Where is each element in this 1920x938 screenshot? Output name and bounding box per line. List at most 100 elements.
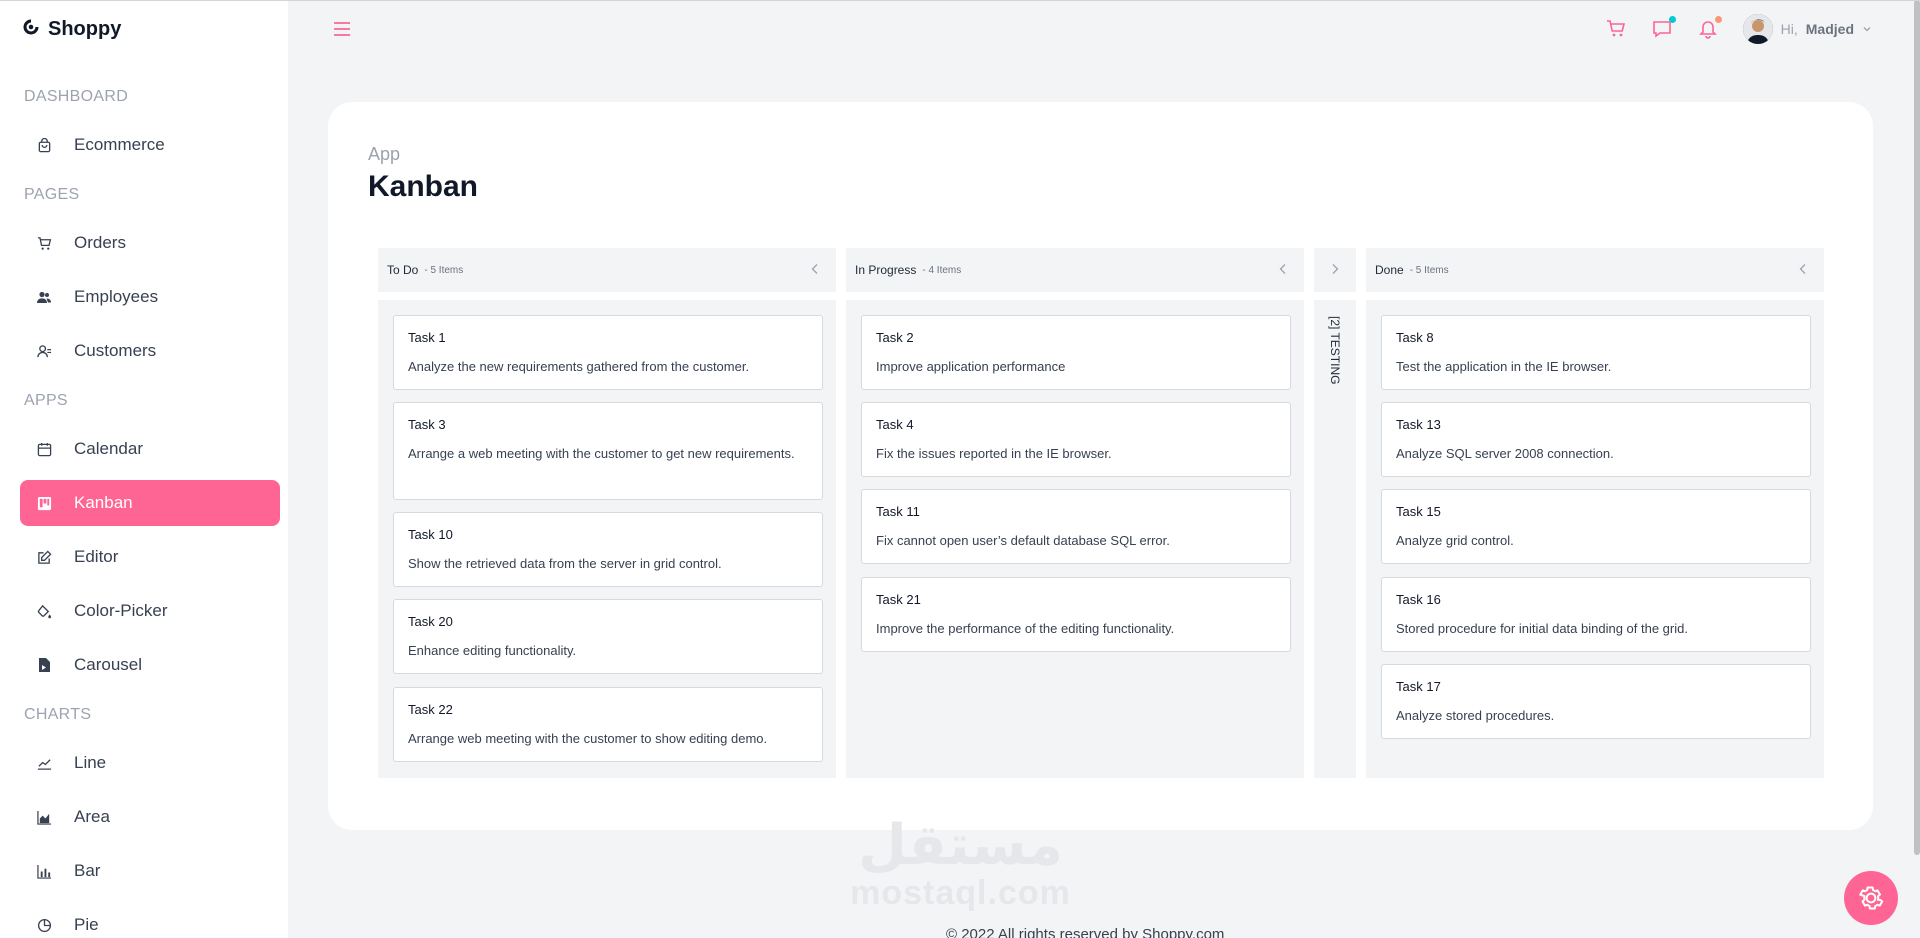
bell-icon[interactable] [1697, 16, 1722, 40]
sidebar-item-label: Bar [74, 861, 101, 880]
cart-icon[interactable] [1605, 18, 1627, 40]
sidebar-item-pie[interactable]: Pie [20, 902, 280, 938]
user-name: Madjed [1805, 21, 1854, 37]
sidebar-item-label: Carousel [74, 655, 143, 674]
sidebar-item-customers[interactable]: Customers [20, 328, 280, 374]
cart-icon [36, 235, 52, 251]
sidebar-item-editor[interactable]: Editor [20, 534, 280, 580]
sidebar-item-label: Calendar [74, 439, 143, 458]
settings-button[interactable] [1844, 871, 1898, 925]
kanban-card-task[interactable]: Task 22 Arrange web meeting with the cus… [393, 687, 823, 762]
task-title: Task 8 [1396, 330, 1434, 345]
breadcrumb: App [368, 144, 401, 164]
watermark-arabic: مستقل [858, 813, 1063, 878]
brand-logo[interactable]: Shoppy [22, 18, 121, 41]
task-title: Task 1 [408, 330, 446, 345]
menu-toggle-icon[interactable] [333, 20, 351, 38]
shopify-logo-icon [22, 18, 40, 41]
kanban-card-task[interactable]: Task 3 Arrange a web meeting with the cu… [393, 402, 823, 500]
sidebar-item-label: Editor [74, 547, 119, 566]
task-description: Improve the performance of the editing f… [876, 621, 1175, 636]
task-title: Task 10 [408, 527, 453, 542]
column-count: - 5 Items [1409, 264, 1449, 276]
sidebar-item-kanban[interactable]: Kanban [20, 480, 280, 526]
task-title: Task 15 [1396, 504, 1441, 519]
calendar-icon [36, 441, 52, 457]
task-description: Analyze SQL server 2008 connection. [1396, 446, 1614, 461]
kanban-card-task[interactable]: Task 1 Analyze the new requirements gath… [393, 315, 823, 390]
task-title: Task 4 [876, 417, 914, 432]
sidebar-item-label: Pie [74, 915, 99, 934]
sidebar-item-bar[interactable]: Bar [20, 848, 280, 894]
section-charts: CHARTS [24, 706, 92, 723]
task-description: Arrange a web meeting with the customer … [408, 446, 795, 461]
column-count: - 4 Items [922, 264, 962, 276]
sidebar-item-line[interactable]: Line [20, 740, 280, 786]
kanban-card-task[interactable]: Task 10 Show the retrieved data from the… [393, 512, 823, 587]
page-title: Kanban [368, 170, 479, 203]
kanban-card-task[interactable]: Task 20 Enhance editing functionality. [393, 599, 823, 674]
section-pages: PAGES [24, 186, 80, 203]
sidebar-item-color-picker[interactable]: Color-Picker [20, 588, 280, 634]
kanban-icon [36, 495, 52, 511]
chevron-left-icon[interactable] [808, 262, 822, 276]
column-header-in-progress[interactable]: In Progress - 4 Items [846, 248, 1304, 292]
sidebar-item-label: Ecommerce [74, 135, 165, 154]
task-title: Task 13 [1396, 417, 1441, 432]
sidebar-item-orders[interactable]: Orders [20, 220, 280, 266]
sidebar-item-employees[interactable]: Employees [20, 274, 280, 320]
kanban-card-task[interactable]: Task 8 Test the application in the IE br… [1381, 315, 1811, 390]
task-description: Improve application performance [876, 359, 1066, 374]
column-done: Task 8 Test the application in the IE br… [1366, 300, 1824, 778]
brand-name: Shoppy [48, 18, 122, 40]
column-header-done[interactable]: Done - 5 Items [1366, 248, 1824, 292]
sidebar-item-area[interactable]: Area [20, 794, 280, 840]
chevron-left-icon[interactable] [1796, 262, 1810, 276]
column-in-progress: Task 2 Improve application performance T… [846, 300, 1304, 778]
kanban-card-task[interactable]: Task 21 Improve the performance of the e… [861, 577, 1291, 652]
sidebar-item-ecommerce[interactable]: Ecommerce [20, 122, 280, 168]
task-title: Task 20 [408, 614, 453, 629]
task-title: Task 21 [876, 592, 921, 607]
chat-icon[interactable] [1651, 16, 1676, 40]
sidebar-item-carousel[interactable]: Carousel [20, 642, 280, 688]
kanban-card-task[interactable]: Task 2 Improve application performance [861, 315, 1291, 390]
kanban-card-task[interactable]: Task 11 Fix cannot open user’s default d… [861, 489, 1291, 564]
task-title: Task 16 [1396, 592, 1441, 607]
column-title: [2] TESTING [1328, 316, 1342, 385]
column-count: - 5 Items [424, 264, 464, 276]
task-description: Show the retrieved data from the server … [408, 556, 722, 571]
chevron-right-icon[interactable] [1328, 262, 1342, 276]
task-description: Enhance editing functionality. [408, 643, 577, 658]
gear-icon [1859, 886, 1884, 910]
paint-bucket-icon [36, 603, 52, 619]
pie-chart-icon [36, 917, 52, 933]
kanban-card-task[interactable]: Task 13 Analyze SQL server 2008 connecti… [1381, 402, 1811, 477]
bar-chart-icon [36, 863, 52, 879]
shopping-bag-icon [36, 137, 52, 153]
sidebar-item-label: Customers [74, 341, 157, 360]
column-testing-collapsed[interactable]: [2] TESTING [1314, 300, 1356, 778]
column-header-testing[interactable] [1314, 248, 1356, 292]
chevron-left-icon[interactable] [1276, 262, 1290, 276]
page-scrollbar[interactable] [1914, 0, 1920, 855]
task-title: Task 2 [876, 330, 914, 345]
task-description: Fix the issues reported in the IE browse… [876, 446, 1112, 461]
kanban-card-task[interactable]: Task 17 Analyze stored procedures. [1381, 664, 1811, 739]
task-title: Task 11 [876, 504, 920, 519]
kanban-card-task[interactable]: Task 15 Analyze grid control. [1381, 489, 1811, 564]
window-top-border [0, 0, 1920, 1]
column-header-todo[interactable]: To Do - 5 Items [378, 248, 836, 292]
sidebar-item-calendar[interactable]: Calendar [20, 426, 280, 472]
kanban-card-task[interactable]: Task 16 Stored procedure for initial dat… [1381, 577, 1811, 652]
task-description: Analyze the new requirements gathered fr… [408, 359, 750, 374]
sidebar-item-label: Area [74, 807, 110, 826]
bell-notification-dot [1714, 16, 1722, 23]
task-title: Task 22 [408, 702, 453, 717]
kanban-card-task[interactable]: Task 4 Fix the issues reported in the IE… [861, 402, 1291, 477]
avatar [1742, 14, 1773, 44]
task-title: Task 3 [408, 417, 446, 432]
line-chart-icon [36, 755, 52, 771]
user-icon [36, 343, 52, 359]
user-profile[interactable]: Hi, Madjed [1742, 14, 1872, 44]
